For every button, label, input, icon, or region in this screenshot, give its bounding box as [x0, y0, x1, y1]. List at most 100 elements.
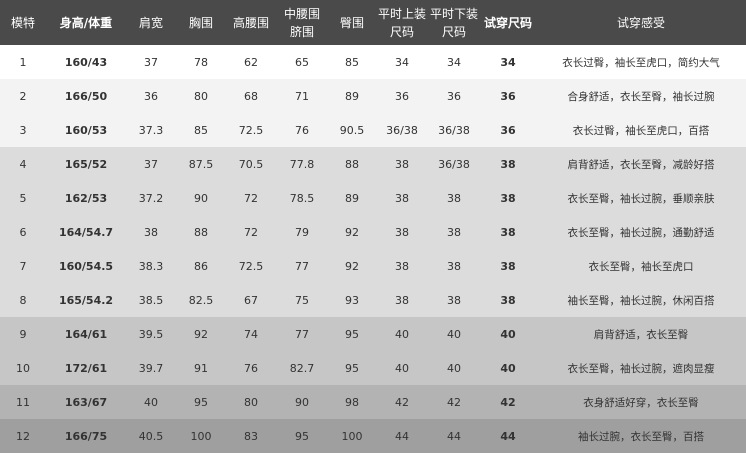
cell-feeling: 肩背舒适，衣长至臀	[593, 328, 689, 341]
cell-feeling: 衣长过臀，袖长至虎口，百搭	[572, 124, 710, 137]
cell-shoulder: 38.3	[138, 259, 164, 273]
cell-hip: 85	[345, 55, 359, 69]
table-row: 6 164/54.7 38 88 72 79 92 38 38 38 衣长至臀，袖长过腕，通勤舒适	[0, 215, 746, 249]
cell-model: 11	[16, 395, 30, 409]
cell-height-weight: 172/61	[64, 361, 108, 375]
cell-bust: 88	[194, 225, 208, 239]
header-usual-bottom-size: 平时下装 尺码	[429, 6, 478, 39]
cell-tried-size: 42	[500, 395, 516, 409]
cell-usual-top-size: 34	[395, 55, 409, 69]
cell-mid-waist: 79	[295, 225, 309, 239]
cell-model: 10	[16, 361, 30, 375]
cell-tried-size: 44	[500, 429, 516, 443]
cell-mid-waist: 77.8	[289, 157, 315, 171]
cell-feeling: 衣长至臀，袖长至虎口	[588, 260, 694, 273]
cell-model: 3	[19, 123, 27, 137]
cell-feeling: 袖长过腕，衣长至臀，百搭	[578, 430, 704, 443]
cell-bust: 80	[194, 89, 208, 103]
cell-feeling: 肩背舒适，衣长至臀，减龄好搭	[567, 158, 715, 171]
cell-feeling: 合身舒适，衣长至臀，袖长过腕	[567, 90, 715, 103]
cell-height-weight: 160/54.5	[58, 259, 114, 273]
header-high-waist: 高腰围	[232, 15, 269, 30]
header-feeling: 试穿感受	[616, 15, 665, 30]
cell-high-waist: 68	[244, 89, 258, 103]
cell-model: 7	[19, 259, 27, 273]
cell-height-weight: 164/61	[64, 327, 108, 341]
cell-tried-size: 38	[500, 157, 516, 171]
cell-bust: 95	[194, 395, 208, 409]
cell-hip: 93	[345, 293, 359, 307]
cell-high-waist: 72	[244, 191, 258, 205]
cell-shoulder: 37.3	[138, 123, 164, 137]
cell-feeling: 袖长至臀，袖长过腕，休闲百搭	[567, 294, 715, 307]
cell-feeling: 衣长至臀，袖长过腕，通勤舒适	[567, 226, 715, 239]
table-row: 11 163/67 40 95 80 90 98 42 42 42 衣身舒适好穿，衣长至臀	[0, 385, 746, 419]
cell-shoulder: 36	[144, 89, 158, 103]
cell-usual-bottom-size: 36	[447, 89, 461, 103]
cell-tried-size: 40	[500, 361, 516, 375]
cell-height-weight: 165/54.2	[58, 293, 114, 307]
cell-usual-bottom-size: 40	[447, 361, 461, 375]
cell-hip: 92	[345, 259, 359, 273]
cell-tried-size: 36	[500, 89, 516, 103]
cell-hip: 95	[345, 327, 359, 341]
cell-usual-top-size: 40	[395, 361, 409, 375]
cell-high-waist: 76	[244, 361, 258, 375]
cell-shoulder: 37.2	[138, 191, 164, 205]
cell-usual-bottom-size: 36/38	[438, 157, 470, 171]
cell-high-waist: 72.5	[238, 123, 264, 137]
cell-high-waist: 67	[244, 293, 258, 307]
cell-mid-waist: 95	[295, 429, 309, 443]
header-bust: 胸围	[188, 15, 213, 30]
cell-usual-top-size: 38	[395, 157, 409, 171]
cell-usual-top-size: 38	[395, 191, 409, 205]
cell-shoulder: 38	[144, 225, 158, 239]
cell-hip: 90.5	[339, 123, 365, 137]
cell-model: 12	[16, 429, 30, 443]
table-row: 8 165/54.2 38.5 82.5 67 75 93 38 38 38 袖长至臀，袖长过腕，休…	[0, 283, 746, 317]
cell-bust: 92	[194, 327, 208, 341]
table-row: 12 166/75 40.5 100 83 95 100 44 44 44 袖长过腕，衣长至臀，百搭	[0, 419, 746, 453]
cell-mid-waist: 82.7	[289, 361, 315, 375]
cell-mid-waist: 75	[295, 293, 309, 307]
cell-model: 1	[19, 55, 27, 69]
cell-usual-bottom-size: 42	[447, 395, 461, 409]
cell-mid-waist: 77	[295, 327, 309, 341]
cell-mid-waist: 78.5	[289, 191, 315, 205]
cell-hip: 88	[345, 157, 359, 171]
cell-height-weight: 166/75	[64, 429, 108, 443]
cell-high-waist: 74	[244, 327, 258, 341]
cell-shoulder: 40	[144, 395, 158, 409]
cell-model: 6	[19, 225, 27, 239]
cell-mid-waist: 76	[295, 123, 309, 137]
cell-mid-waist: 77	[295, 259, 309, 273]
cell-shoulder: 39.7	[138, 361, 164, 375]
cell-shoulder: 37	[144, 55, 158, 69]
cell-model: 4	[19, 157, 27, 171]
header-height-weight: 身高/体重	[59, 15, 113, 30]
cell-height-weight: 164/54.7	[58, 225, 114, 239]
cell-usual-top-size: 38	[395, 259, 409, 273]
cell-shoulder: 40.5	[138, 429, 164, 443]
cell-hip: 89	[345, 89, 359, 103]
cell-bust: 87.5	[188, 157, 214, 171]
cell-bust: 78	[194, 55, 208, 69]
header-row: 模特 身高/体重 肩宽 胸围 高腰围 中腰围 脐围 臀围 平时上装 尺码 平时下装尺…	[0, 0, 746, 45]
table-row: 2 166/50 36 80 68 71 89 36 36 36 合身舒适，衣长至臀，袖长过腕	[0, 79, 746, 113]
cell-hip: 95	[345, 361, 359, 375]
cell-feeling: 衣长过臀，袖长至虎口，简约大气	[562, 56, 720, 69]
cell-height-weight: 160/53	[64, 123, 108, 137]
cell-bust: 100	[190, 429, 212, 443]
table-header: 模特 身高/体重 肩宽 胸围 高腰围 中腰围 脐围 臀围 平时上装 尺码 平时下装尺…	[0, 0, 746, 45]
header-model: 模特	[10, 15, 35, 30]
table-row: 3 160/53 37.3 85 72.5 76 90.5 36/38 36/38 36 衣长过臀，…	[0, 113, 746, 147]
table-row: 5 162/53 37.2 90 72 78.5 89 38 38 38 衣长至臀，袖长过腕，垂顺亲…	[0, 181, 746, 215]
cell-usual-top-size: 36/38	[386, 123, 418, 137]
cell-model: 2	[19, 89, 27, 103]
cell-usual-bottom-size: 38	[447, 293, 461, 307]
cell-tried-size: 38	[500, 293, 516, 307]
cell-usual-top-size: 38	[395, 293, 409, 307]
table-row: 4 165/52 37 87.5 70.5 77.8 88 38 36/38 38 肩背舒适，衣长至…	[0, 147, 746, 181]
cell-height-weight: 166/50	[64, 89, 108, 103]
cell-tried-size: 38	[500, 191, 516, 205]
